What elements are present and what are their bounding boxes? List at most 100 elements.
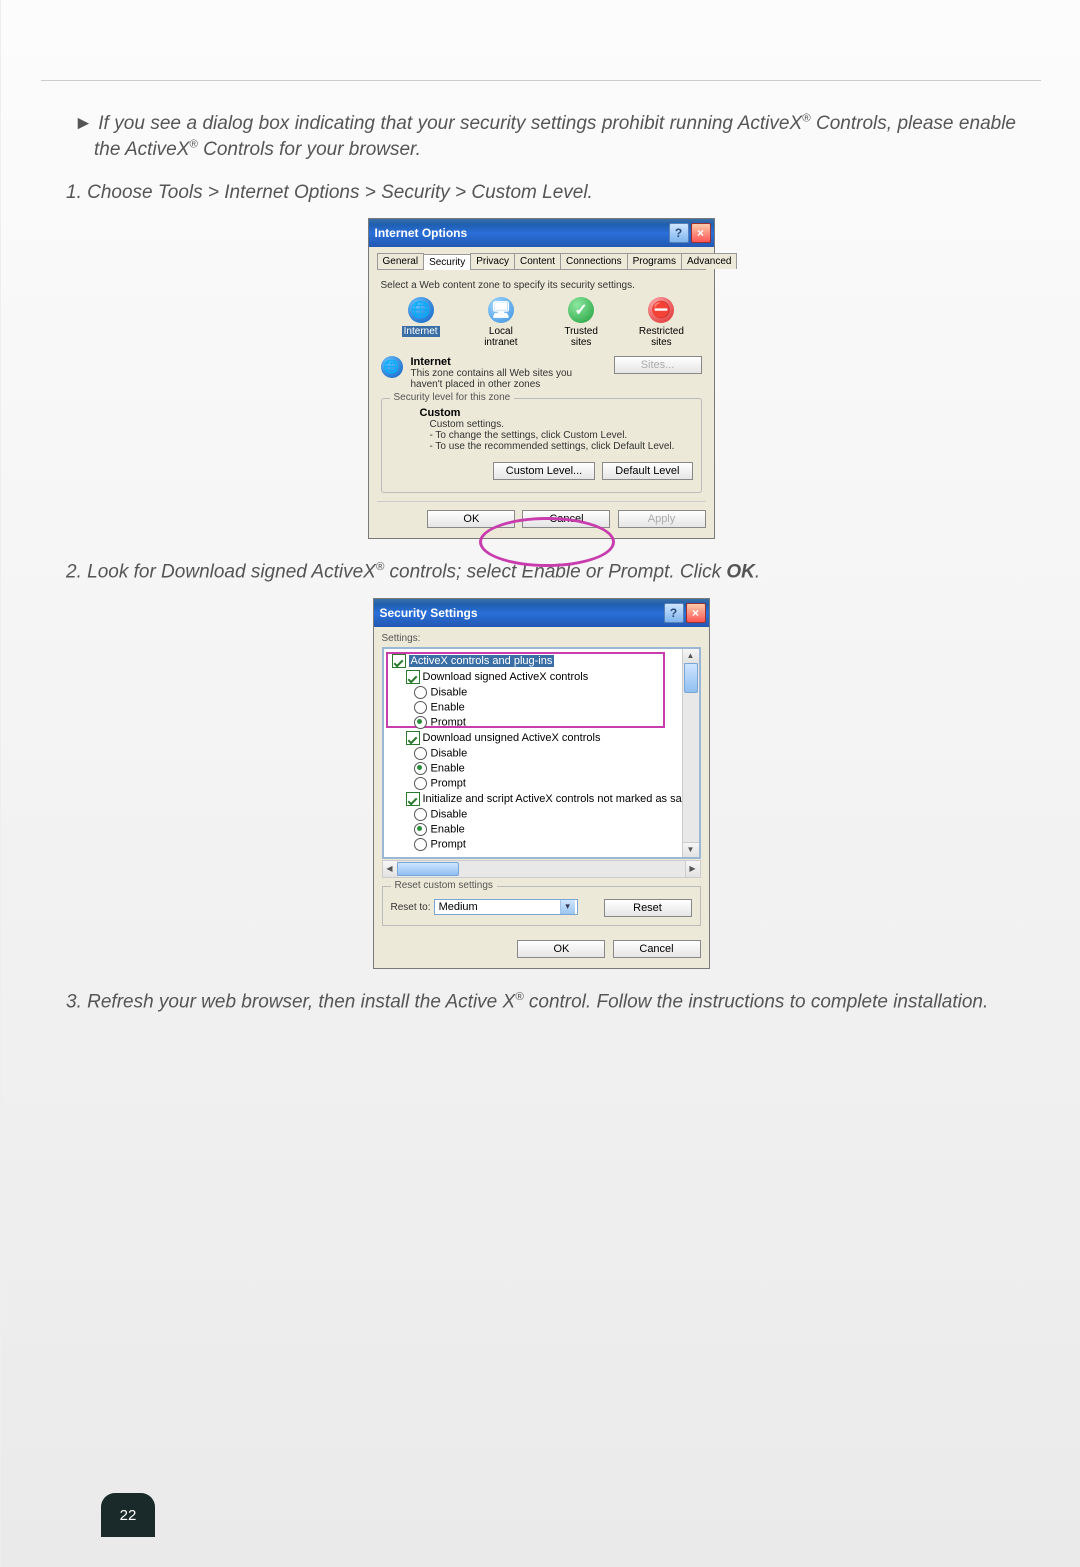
radio-prompt-2[interactable]: Prompt	[388, 776, 699, 791]
reset-combo[interactable]: Medium	[434, 899, 578, 915]
tree-category-activex[interactable]: ActiveX controls and plug-ins	[388, 653, 699, 669]
opt-label: Disable	[431, 686, 468, 698]
step2-text-b: controls; select Enable or Prompt. Click	[384, 562, 726, 583]
tab-content[interactable]: Content	[514, 253, 561, 269]
internet-options-dialog: Internet Options ? × General Security Pr…	[368, 218, 715, 539]
dialog1-titlebar: Internet Options ? ×	[369, 219, 714, 247]
radio-disable-1[interactable]: Disable	[388, 685, 699, 700]
opt-label: Prompt	[431, 777, 466, 789]
item-icon	[406, 731, 420, 745]
note-paragraph: ► If you see a dialog box indicating tha…	[66, 111, 1016, 162]
cancel-button-2[interactable]: Cancel	[613, 940, 701, 958]
arrow-icon: ►	[74, 113, 93, 134]
zone-info-text2: haven't placed in other zones	[411, 379, 602, 390]
scroll-right-icon[interactable]: ▶	[685, 861, 700, 877]
radio-enable-3[interactable]: Enable	[388, 822, 699, 837]
step3-text-a: 3. Refresh your web browser, then instal…	[66, 991, 515, 1012]
item-icon	[406, 670, 420, 684]
horizontal-scrollbar[interactable]: ◀ ▶	[382, 860, 701, 878]
scroll-left-icon[interactable]: ◀	[383, 861, 398, 877]
opt-label: Enable	[431, 823, 465, 835]
step3-text-b: control. Follow the instructions to comp…	[524, 991, 989, 1012]
dialog1-body: General Security Privacy Content Connect…	[369, 247, 714, 538]
radio-disable-3[interactable]: Disable	[388, 807, 699, 822]
cancel-button[interactable]: Cancel	[522, 510, 610, 528]
tab-advanced[interactable]: Advanced	[681, 253, 737, 269]
zone-internet[interactable]: 🌐 Internet	[393, 297, 449, 348]
radio-enable-2[interactable]: Enable	[388, 761, 699, 776]
dialog1-title: Internet Options	[375, 226, 667, 240]
opt-label: Disable	[431, 747, 468, 759]
help-button-2[interactable]: ?	[664, 603, 684, 623]
item2-label: Download unsigned ActiveX controls	[423, 732, 601, 744]
reset-group: Reset custom settings Reset to: Medium R…	[382, 886, 701, 926]
item3-label: Initialize and script ActiveX controls n…	[423, 793, 691, 805]
tab-general[interactable]: General	[377, 253, 425, 269]
tab-privacy[interactable]: Privacy	[470, 253, 515, 269]
radio-prompt-1[interactable]: Prompt	[388, 715, 699, 730]
zone-local-intranet[interactable]: 🖥 Local intranet	[473, 297, 529, 348]
globe-icon: 🌐	[408, 297, 434, 323]
globe-small-icon: 🌐	[381, 356, 403, 378]
tree-item-download-signed[interactable]: Download signed ActiveX controls	[388, 669, 699, 685]
restricted-icon: ⛔	[648, 297, 674, 323]
settings-tree[interactable]: ActiveX controls and plug-ins Download s…	[382, 647, 701, 859]
help-button[interactable]: ?	[669, 223, 689, 243]
group-legend: Security level for this zone	[390, 392, 515, 403]
zone-local-label: Local intranet	[484, 326, 517, 348]
custom-sub: Custom settings.	[420, 419, 693, 430]
settings-label: Settings:	[382, 633, 701, 644]
scroll-thumb-v[interactable]	[684, 663, 698, 693]
vertical-scrollbar[interactable]: ▲ ▼	[682, 649, 699, 857]
zone-trusted-sites[interactable]: ✓ Trusted sites	[553, 297, 609, 348]
zone-trusted-label: Trusted sites	[564, 326, 598, 348]
item1-label: Download signed ActiveX controls	[423, 671, 589, 683]
reset-button[interactable]: Reset	[604, 899, 692, 917]
default-level-button[interactable]: Default Level	[602, 462, 692, 480]
radio-disable-2[interactable]: Disable	[388, 746, 699, 761]
close-button[interactable]: ×	[691, 223, 711, 243]
zone-info-text1: This zone contains all Web sites you	[411, 368, 602, 379]
tab-connections[interactable]: Connections	[560, 253, 628, 269]
gear-icon	[392, 654, 406, 668]
custom-level-button[interactable]: Custom Level...	[493, 462, 595, 480]
step2-text-c: .	[755, 562, 760, 583]
scroll-down-icon[interactable]: ▼	[683, 842, 699, 857]
step2-text-a: 2. Look for Download signed ActiveX	[66, 562, 376, 583]
close-button-2[interactable]: ×	[686, 603, 706, 623]
custom-line2: - To use the recommended settings, click…	[420, 441, 693, 452]
zone-info-title: Internet	[411, 356, 602, 368]
page-number-tab: 22	[101, 1493, 155, 1537]
step-2: 2. Look for Download signed ActiveX® con…	[66, 561, 1016, 583]
ok-button[interactable]: OK	[427, 510, 515, 528]
tab-strip: General Security Privacy Content Connect…	[377, 253, 706, 270]
radio-enable-1[interactable]: Enable	[388, 700, 699, 715]
zone-restricted-label: Restricted sites	[639, 326, 684, 348]
opt-label: Prompt	[431, 838, 466, 850]
zone-instruction: Select a Web content zone to specify its…	[381, 280, 702, 291]
security-settings-dialog: Security Settings ? × Settings: ActiveX …	[373, 598, 710, 969]
security-level-group: Security level for this zone Custom Cust…	[381, 398, 702, 493]
opt-label: Prompt	[431, 716, 466, 728]
opt-label: Enable	[431, 762, 465, 774]
tree-item-initialize-script[interactable]: Initialize and script ActiveX controls n…	[388, 791, 699, 807]
custom-line1: - To change the settings, click Custom L…	[420, 430, 693, 441]
zone-restricted-sites[interactable]: ⛔ Restricted sites	[633, 297, 689, 348]
custom-title: Custom	[420, 407, 693, 419]
radio-prompt-3[interactable]: Prompt	[388, 837, 699, 852]
reset-legend: Reset custom settings	[391, 880, 497, 891]
zones-row: 🌐 Internet 🖥 Local intranet ✓ Trusted si…	[381, 297, 702, 348]
tab-security[interactable]: Security	[423, 254, 471, 270]
category-label: ActiveX controls and plug-ins	[409, 655, 555, 667]
reset-to-label: Reset to:	[391, 902, 431, 913]
sites-button[interactable]: Sites...	[614, 356, 702, 374]
scroll-thumb-h[interactable]	[397, 862, 459, 876]
ok-button-2[interactable]: OK	[517, 940, 605, 958]
tree-item-download-unsigned[interactable]: Download unsigned ActiveX controls	[388, 730, 699, 746]
scroll-up-icon[interactable]: ▲	[683, 649, 699, 664]
intranet-icon: 🖥	[488, 297, 514, 323]
top-divider	[41, 80, 1041, 81]
apply-button[interactable]: Apply	[618, 510, 706, 528]
note-text-line1: If you see a dialog box indicating that …	[98, 113, 802, 134]
tab-programs[interactable]: Programs	[627, 253, 682, 269]
